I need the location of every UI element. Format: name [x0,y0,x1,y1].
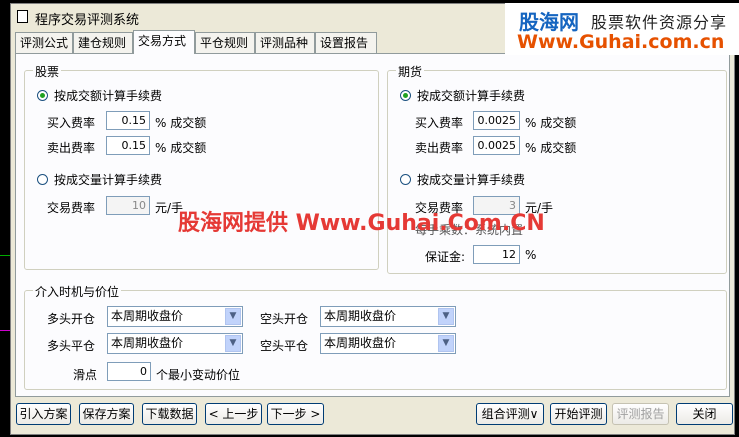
long-open-select[interactable]: 本周期收盘价 ▼ [107,306,243,327]
short-open-value: 本周期收盘价 [324,309,397,323]
stock-radio-volume[interactable]: 按成交量计算手续费 [37,171,162,188]
watermark-banner: 股海网 股票软件资源分享 Www.Guhai.com.cn [505,3,739,55]
short-open-select[interactable]: 本周期收盘价 ▼ [320,306,456,327]
stock-buy-rate-input[interactable]: 0.15 [106,111,150,130]
futures-buy-label: 买入费率 [415,116,464,130]
save-plan-button[interactable]: 保存方案 [79,403,134,425]
timing-group: 介入时机与价位 多头开仓 本周期收盘价 ▼ 空头开仓 本周期收盘价 ▼ 多头平仓… [24,283,727,390]
app-icon [17,10,28,23]
futures-sell-label: 卖出费率 [415,141,464,155]
futures-radio-volume-label: 按成交量计算手续费 [417,173,526,187]
short-close-select[interactable]: 本周期收盘价 ▼ [320,333,456,354]
stock-group: 股票 按成交额计算手续费 买入费率 0.15 % 成交额 卖出费率 0.15 %… [24,63,379,270]
slippage-unit: 个最小变动价位 [156,368,241,382]
futures-radio-amount-label: 按成交额计算手续费 [417,89,526,103]
tab-close-rules[interactable]: 平仓规则 [195,32,255,53]
watermark-overlay: 股海网提供 Www.Guhai.Com.CN [178,211,545,236]
import-plan-button[interactable]: 引入方案 [16,403,71,425]
bg-chart-line [0,330,10,331]
futures-group: 期货 按成交额计算手续费 买入费率 0.0025 % 成交额 卖出费率 0.00… [387,63,727,274]
futures-sell-rate-input[interactable]: 0.0025 [473,136,520,155]
stock-buy-unit: % 成交额 [155,116,207,130]
futures-margin-input[interactable]: 12 [473,245,520,264]
stock-radio-volume-label: 按成交量计算手续费 [54,173,163,187]
short-open-label: 空头开仓 [260,312,309,326]
tab-trade-mode[interactable]: 交易方式 [133,30,195,54]
short-close-label: 空头平仓 [260,339,309,353]
stock-sell-unit: % 成交额 [155,141,207,155]
futures-margin-label: 保证金: [425,250,466,264]
stock-sell-rate-input[interactable]: 0.15 [106,136,150,155]
long-close-select[interactable]: 本周期收盘价 ▼ [107,333,243,354]
next-step-button[interactable]: 下一步 > [267,403,324,425]
chevron-down-icon: ▼ [438,335,454,352]
long-open-value: 本周期收盘价 [111,309,184,323]
radio-unchecked-icon [400,174,411,185]
chevron-down-icon: ▼ [438,308,454,325]
long-close-value: 本周期收盘价 [111,336,184,350]
window-title: 程序交易评测系统 [35,13,140,28]
close-button[interactable]: 关闭 [676,403,733,425]
radio-unchecked-icon [37,174,48,185]
tab-formula[interactable]: 评测公式 [15,32,73,53]
futures-radio-volume[interactable]: 按成交量计算手续费 [400,171,525,188]
stock-group-title: 股票 [33,63,62,80]
stock-radio-amount[interactable]: 按成交额计算手续费 [37,87,162,104]
watermark-slogan: 股票软件资源分享 [591,13,728,32]
bg-chart-line [0,255,10,256]
stock-fee-label: 交易费率 [47,201,96,215]
watermark-url: Www.Guhai.com.cn [517,31,725,53]
short-close-value: 本周期收盘价 [324,336,397,350]
combo-eval-button[interactable]: 组合评测∨ [476,403,544,425]
start-eval-button[interactable]: 开始评测 [550,403,607,425]
futures-buy-rate-input[interactable]: 0.0025 [473,111,520,130]
download-data-button[interactable]: 下载数据 [142,403,197,425]
long-open-label: 多头开仓 [47,312,96,326]
radio-checked-icon [400,90,411,101]
futures-margin-unit: % [525,248,537,262]
long-close-label: 多头平仓 [47,339,96,353]
tab-open-rules[interactable]: 建仓规则 [73,32,133,53]
prev-step-button[interactable]: < 上一步 [205,403,262,425]
futures-radio-amount[interactable]: 按成交额计算手续费 [400,87,525,104]
stock-buy-label: 买入费率 [47,116,96,130]
stock-radio-amount-label: 按成交额计算手续费 [54,89,163,103]
chevron-down-icon: ▼ [225,335,241,352]
slippage-label: 滑点 [73,368,98,382]
tab-instruments[interactable]: 评测品种 [255,32,315,53]
radio-checked-icon [37,90,48,101]
slippage-input[interactable]: 0 [107,362,151,381]
futures-buy-unit: % 成交额 [525,116,577,130]
tab-report-settings[interactable]: 设置报告 [315,32,377,53]
chevron-down-icon: ▼ [225,308,241,325]
futures-group-title: 期货 [396,63,425,80]
stock-fee-input[interactable]: 10 [106,196,150,215]
stock-sell-label: 卖出费率 [47,141,96,155]
eval-report-button[interactable]: 评测报告 [612,403,669,425]
futures-sell-unit: % 成交额 [525,141,577,155]
timing-group-title: 介入时机与价位 [33,283,122,300]
